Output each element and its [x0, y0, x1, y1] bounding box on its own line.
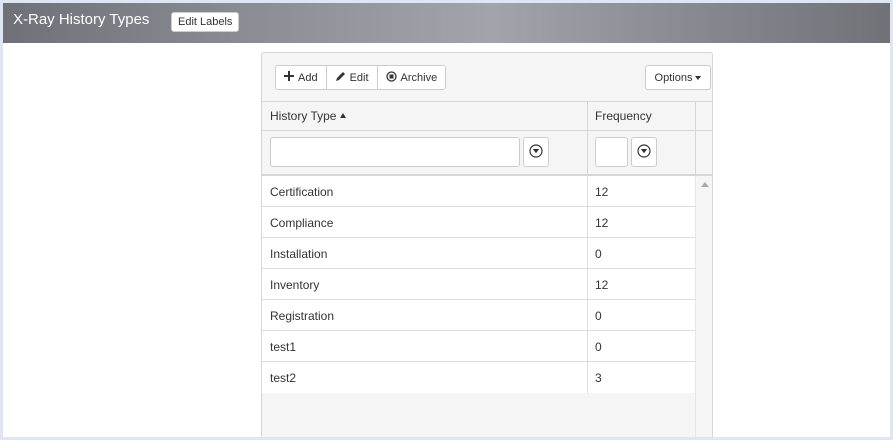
history-type-cell: test2 [270, 371, 297, 385]
filter-row [262, 130, 712, 174]
cell-divider [587, 300, 588, 331]
history-type-cell: Certification [270, 185, 334, 199]
sort-ascending-icon [340, 113, 347, 118]
column-header-frequency[interactable]: Frequency [595, 109, 652, 123]
page-header: X-Ray History Types Edit Labels [3, 3, 890, 43]
archive-button[interactable]: Archive [377, 66, 446, 89]
pencil-icon [335, 71, 346, 85]
add-button-label: Add [298, 71, 318, 84]
plus-icon [284, 71, 294, 84]
table-row[interactable]: test2 3 [262, 362, 695, 393]
table-row[interactable]: Installation 0 [262, 238, 695, 269]
table-row[interactable]: Registration 0 [262, 300, 695, 331]
table-row[interactable]: Certification 12 [262, 176, 695, 207]
cell-divider [587, 176, 588, 207]
history-type-cell: Inventory [270, 278, 320, 292]
column-header-history-type-label: History Type [270, 109, 337, 123]
column-header-history-type[interactable]: History Type [270, 109, 347, 123]
grid-toolbar: Add Edit Archive Options [262, 53, 712, 101]
history-types-panel: Add Edit Archive Options History Type Fr… [261, 52, 713, 437]
history-type-cell: Compliance [270, 216, 334, 230]
grid-rows: Certification 12 Compliance 12 Installat… [262, 176, 695, 393]
table-row[interactable]: test1 0 [262, 331, 695, 362]
options-button-label: Options [654, 71, 693, 84]
cell-divider [587, 207, 588, 238]
frequency-filter-input[interactable] [595, 137, 628, 167]
action-button-group: Add Edit Archive [275, 65, 447, 90]
history-type-filter-button[interactable] [523, 137, 549, 167]
archive-button-label: Archive [400, 71, 438, 84]
filter-icon [637, 143, 651, 161]
frequency-cell: 0 [595, 340, 602, 354]
cell-divider [587, 362, 588, 393]
history-type-cell: test1 [270, 340, 297, 354]
filter-icon [529, 143, 543, 161]
app-window: X-Ray History Types Edit Labels Add Edit [3, 3, 890, 437]
cell-divider [587, 269, 588, 300]
scroll-up-arrow-icon[interactable] [701, 182, 709, 187]
frequency-cell: 0 [595, 247, 602, 261]
frequency-cell: 12 [595, 185, 609, 199]
frequency-cell: 0 [595, 309, 602, 323]
frequency-cell: 12 [595, 278, 609, 292]
options-dropdown-button[interactable]: Options [645, 65, 711, 90]
add-button[interactable]: Add [276, 66, 327, 89]
history-type-cell: Installation [270, 247, 328, 261]
column-header-frequency-label: Frequency [595, 109, 652, 123]
grid-body: Certification 12 Compliance 12 Installat… [262, 176, 712, 437]
edit-labels-button[interactable]: Edit Labels [171, 12, 240, 32]
history-type-cell: Registration [270, 309, 335, 323]
edit-button-label: Edit [349, 71, 369, 84]
caret-down-icon [695, 75, 702, 80]
edit-button[interactable]: Edit [326, 66, 378, 89]
page-title: X-Ray History Types [13, 11, 150, 28]
frequency-cell: 12 [595, 216, 609, 230]
frequency-cell: 3 [595, 371, 602, 385]
frequency-filter-button[interactable] [631, 137, 657, 167]
grid-header: History Type Frequency [262, 101, 712, 176]
cell-divider [587, 238, 588, 269]
table-row[interactable]: Compliance 12 [262, 207, 695, 238]
table-row[interactable]: Inventory 12 [262, 269, 695, 300]
archive-circle-icon [385, 70, 397, 85]
grid-scrollbar[interactable] [695, 176, 712, 437]
history-type-filter-input[interactable] [270, 137, 520, 167]
cell-divider [587, 331, 588, 362]
